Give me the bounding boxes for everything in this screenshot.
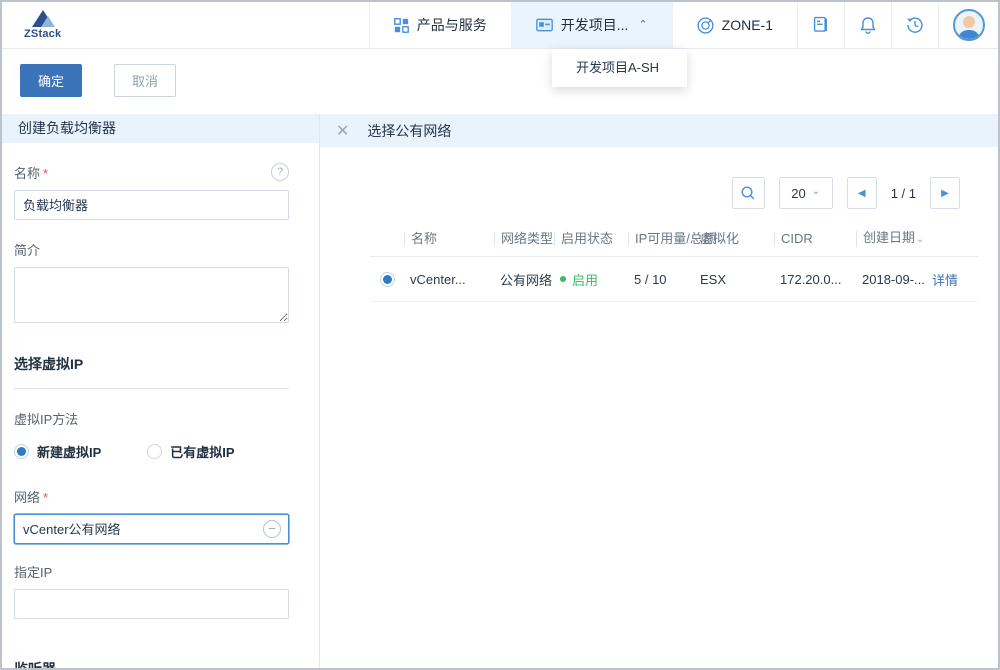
left-panel-header: 创建负载均衡器: [2, 114, 319, 143]
main-area: 创建负载均衡器 名称* ? 简介 选择虚拟IP 虚拟IP方法 新建: [2, 114, 998, 668]
description-textarea[interactable]: [14, 267, 289, 323]
radio-new-vip-control[interactable]: [14, 444, 29, 459]
select-public-network-panel: ✕ 选择公有网络 20 ⌄ ◀ 1 / 1: [320, 114, 998, 668]
app-window: ZStack 产品与服务: [0, 0, 1000, 670]
col-ip: IP可用量/总额: [628, 232, 694, 246]
network-input-wrap: −: [14, 514, 289, 544]
search-icon: [740, 185, 756, 201]
project-dropdown: 开发项目A-SH: [552, 49, 687, 87]
remove-network-icon[interactable]: −: [263, 520, 281, 538]
vip-method-label: 虚拟IP方法: [14, 409, 289, 428]
specify-ip-input[interactable]: [14, 589, 289, 619]
description-label: 简介: [14, 240, 289, 259]
cell-state: 启用: [554, 270, 628, 289]
row-radio-cell[interactable]: [370, 272, 404, 287]
col-date[interactable]: 创建日期⌄: [856, 231, 926, 247]
cancel-button[interactable]: 取消: [114, 64, 176, 97]
chevron-down-icon: ⌄: [812, 186, 820, 197]
history-clock-icon: [906, 16, 924, 34]
name-label: 名称*: [14, 163, 48, 182]
page-size-select[interactable]: 20 ⌄: [779, 177, 833, 209]
notifications-button[interactable]: [844, 2, 891, 48]
page-indicator: 1 / 1: [891, 186, 916, 201]
nav-item-products[interactable]: 产品与服务: [369, 2, 511, 48]
document-icon: [812, 16, 830, 34]
required-marker: *: [43, 490, 48, 505]
network-input[interactable]: [14, 514, 289, 544]
col-name: 名称: [404, 232, 494, 246]
grid-icon: [394, 18, 409, 33]
state-text: 启用: [572, 270, 598, 289]
cell-date: 2018-09-...: [856, 272, 926, 287]
zstack-logo-icon: [32, 10, 54, 27]
nav-products-label: 产品与服务: [417, 15, 487, 35]
next-page-button[interactable]: ▶: [930, 177, 960, 209]
brand-name: ZStack: [24, 28, 61, 40]
sort-icon: ⌄: [916, 234, 924, 245]
cell-ip: 5 / 10: [628, 272, 694, 287]
radio-existing-vip-control[interactable]: [147, 444, 162, 459]
col-virtualization: 虚拟化: [694, 232, 774, 246]
nav-item-project[interactable]: 开发项目... ⌃: [511, 2, 672, 48]
network-label: 网络*: [14, 487, 289, 506]
project-folder-icon: [536, 18, 553, 32]
col-type: 网络类型: [494, 232, 554, 246]
cell-virtualization: ESX: [694, 272, 774, 287]
cell-type: 公有网络: [494, 270, 554, 289]
user-menu-button[interactable]: [938, 2, 998, 48]
radio-existing-vip[interactable]: 已有虚拟IP: [147, 442, 234, 461]
table-row[interactable]: vCenter... 公有网络 启用 5 / 10 ESX 172.20.0..…: [370, 257, 978, 302]
cell-name: vCenter...: [404, 272, 494, 287]
form-actions: 确定 取消: [20, 64, 176, 97]
radio-new-vip-label: 新建虚拟IP: [37, 442, 101, 461]
left-panel-title: 创建负载均衡器: [18, 118, 116, 138]
close-icon[interactable]: ✕: [336, 121, 349, 141]
name-input[interactable]: [14, 190, 289, 220]
help-icon[interactable]: ?: [271, 163, 289, 181]
confirm-button[interactable]: 确定: [20, 64, 82, 97]
required-marker: *: [43, 166, 48, 181]
nav-project-label: 开发项目...: [561, 15, 629, 35]
cell-cidr: 172.20.0...: [774, 272, 856, 287]
right-panel-header: ✕ 选择公有网络: [320, 114, 998, 147]
table-toolbar: 20 ⌄ ◀ 1 / 1 ▶: [320, 177, 960, 209]
zone-icon: [697, 17, 714, 34]
avatar: [953, 9, 985, 41]
col-cidr: CIDR: [774, 232, 856, 246]
right-panel-title: 选择公有网络: [367, 121, 451, 141]
prev-page-button[interactable]: ◀: [847, 177, 877, 209]
state-dot: [560, 276, 566, 282]
chevron-up-icon: ⌃: [638, 18, 647, 31]
nav-item-zone[interactable]: ZONE-1: [672, 2, 797, 48]
create-loadbalancer-panel: 创建负载均衡器 名称* ? 简介 选择虚拟IP 虚拟IP方法 新建: [2, 114, 320, 668]
radio-new-vip[interactable]: 新建虚拟IP: [14, 442, 101, 461]
page-size-value: 20: [791, 186, 805, 201]
vip-method-radios: 新建虚拟IP 已有虚拟IP: [14, 442, 289, 461]
radio-existing-vip-label: 已有虚拟IP: [170, 442, 234, 461]
documents-button[interactable]: [797, 2, 844, 48]
left-panel-body: 名称* ? 简介 选择虚拟IP 虚拟IP方法 新建虚拟IP 已有虚: [2, 143, 319, 668]
row-radio[interactable]: [380, 272, 395, 287]
col-state: 启用状态: [554, 232, 628, 246]
project-dropdown-item[interactable]: 开发项目A-SH: [552, 49, 687, 87]
zstack-logo[interactable]: ZStack: [24, 10, 61, 40]
table-header-row: 名称 网络类型 启用状态 IP可用量/总额 虚拟化 CIDR 创建日期⌄: [370, 231, 978, 257]
listener-section-title: 监听器: [14, 659, 289, 668]
top-navbar: ZStack 产品与服务: [2, 2, 998, 49]
vip-section-title: 选择虚拟IP: [14, 354, 289, 389]
public-network-table: 名称 网络类型 启用状态 IP可用量/总额 虚拟化 CIDR 创建日期⌄ vCe…: [370, 231, 978, 302]
nav-zone-label: ZONE-1: [722, 17, 773, 33]
details-link[interactable]: 详情: [926, 270, 978, 289]
specify-ip-label: 指定IP: [14, 562, 289, 581]
search-button[interactable]: [732, 177, 765, 209]
bell-icon: [859, 16, 877, 35]
avatar-head: [963, 16, 975, 28]
history-button[interactable]: [891, 2, 938, 48]
navbar-right: 产品与服务 开发项目... ⌃: [369, 2, 998, 48]
avatar-body: [958, 30, 980, 41]
